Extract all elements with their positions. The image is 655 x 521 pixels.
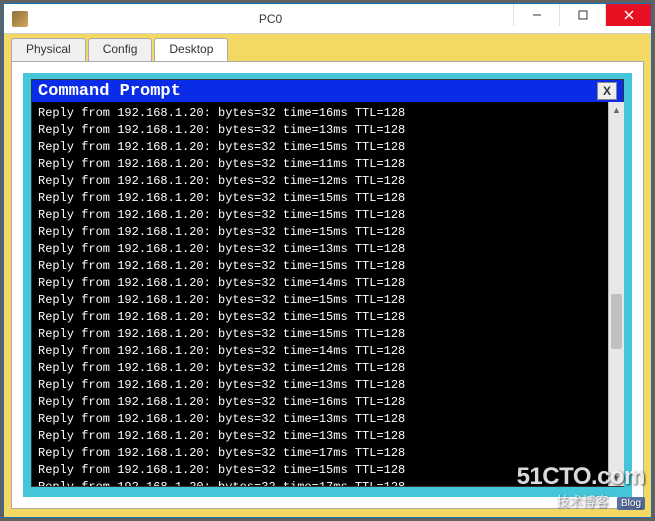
close-icon xyxy=(624,10,634,20)
close-button[interactable] xyxy=(605,4,651,26)
command-prompt-close-button[interactable]: X xyxy=(597,82,617,100)
maximize-icon xyxy=(578,10,588,20)
app-icon xyxy=(12,11,28,27)
command-prompt-titlebar[interactable]: Command Prompt X xyxy=(32,80,623,102)
titlebar[interactable]: PC0 xyxy=(4,4,651,34)
window-controls xyxy=(513,4,651,33)
desktop-frame: Command Prompt X Reply from 192.168.1.20… xyxy=(23,73,632,497)
command-prompt-title: Command Prompt xyxy=(38,82,597,101)
scroll-up-icon[interactable]: ▲ xyxy=(609,102,624,118)
scrollbar-thumb[interactable] xyxy=(611,294,622,349)
app-window: PC0 Physical Config Desktop Command Prom… xyxy=(3,3,652,518)
command-prompt-window: Command Prompt X Reply from 192.168.1.20… xyxy=(31,79,624,487)
window-body: Physical Config Desktop Command Prompt X… xyxy=(4,34,651,517)
scroll-down-icon[interactable]: ▼ xyxy=(609,470,624,486)
minimize-button[interactable] xyxy=(513,4,559,26)
minimize-icon xyxy=(532,10,542,20)
tab-desktop[interactable]: Desktop xyxy=(154,38,228,61)
tab-config[interactable]: Config xyxy=(88,38,153,61)
maximize-button[interactable] xyxy=(559,4,605,26)
tab-physical[interactable]: Physical xyxy=(11,38,86,61)
tab-content: Command Prompt X Reply from 192.168.1.20… xyxy=(11,61,644,509)
scrollbar[interactable]: ▲ ▼ xyxy=(608,102,624,486)
tab-row: Physical Config Desktop xyxy=(11,38,644,61)
command-prompt-output[interactable]: Reply from 192.168.1.20: bytes=32 time=1… xyxy=(32,102,623,486)
window-title: PC0 xyxy=(28,12,513,26)
